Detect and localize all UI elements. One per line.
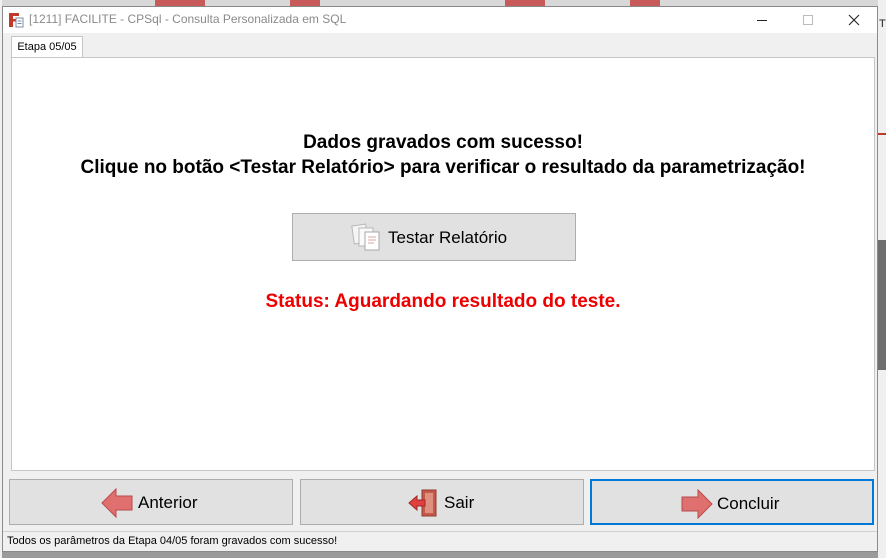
exit-door-icon xyxy=(408,489,437,517)
exit-button-label: Sair xyxy=(444,493,475,512)
background-app-letter: T xyxy=(879,18,886,30)
close-icon xyxy=(848,14,860,26)
status-bar-text: Todos os parâmetros da Etapa 04/05 foram… xyxy=(7,535,338,547)
test-report-label: Testar Relatório xyxy=(388,228,508,247)
facilite-app-icon xyxy=(9,13,24,28)
maximize-button[interactable] xyxy=(785,7,831,33)
status-text: Status: Aguardando resultado do teste. xyxy=(265,291,621,312)
success-heading: Dados gravados com sucesso! xyxy=(303,132,583,153)
close-button[interactable] xyxy=(831,7,877,33)
background-app-panel xyxy=(878,240,886,370)
step-panel: Dados gravados com sucesso! Clique no bo… xyxy=(11,57,875,471)
back-button-label: Anterior xyxy=(138,493,198,512)
finish-button[interactable]: Concluir xyxy=(590,479,874,525)
maximize-icon xyxy=(803,15,813,25)
finish-button-label: Concluir xyxy=(717,494,780,513)
minimize-icon xyxy=(757,20,767,21)
window-title: [1211] FACILITE - CPSql - Consulta Perso… xyxy=(29,12,347,26)
background-app-divider xyxy=(878,133,886,135)
minimize-button[interactable] xyxy=(739,7,785,33)
status-bar: Todos os parâmetros da Etapa 04/05 foram… xyxy=(3,531,877,551)
arrow-right-icon xyxy=(681,488,713,520)
tab-etapa[interactable]: Etapa 05/05 xyxy=(11,36,83,58)
arrow-left-icon xyxy=(101,487,133,519)
dialog-window: [1211] FACILITE - CPSql - Consulta Perso… xyxy=(2,6,878,552)
exit-button[interactable]: Sair xyxy=(300,479,584,525)
report-pages-icon xyxy=(351,223,380,251)
back-button[interactable]: Anterior xyxy=(9,479,293,525)
title-bar[interactable]: [1211] FACILITE - CPSql - Consulta Perso… xyxy=(3,7,877,33)
test-report-button[interactable]: Testar Relatório xyxy=(292,213,576,261)
instruction-text: Clique no botão <Testar Relatório> para … xyxy=(80,157,806,178)
